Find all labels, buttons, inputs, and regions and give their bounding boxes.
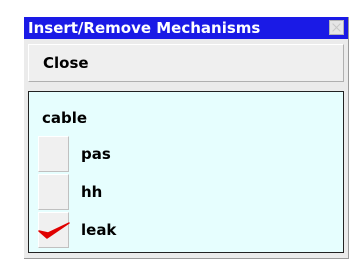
mechanisms-dialog: Insert/Remove Mechanisms Close cable pas…	[24, 17, 349, 259]
mechanism-checkbox[interactable]	[38, 136, 69, 172]
mechanism-item-pas[interactable]: pas	[38, 136, 318, 174]
mechanism-label: leak	[81, 221, 117, 239]
mechanism-item-leak[interactable]: leak	[38, 212, 318, 250]
close-box-icon[interactable]	[329, 20, 344, 35]
mechanism-panel: cable pas hh leak	[28, 91, 344, 253]
window-title: Insert/Remove Mechanisms	[28, 19, 261, 37]
mechanism-checkbox[interactable]	[38, 212, 70, 248]
mechanism-label: hh	[81, 183, 103, 201]
mechanism-label: pas	[81, 145, 111, 163]
section-title: cable	[42, 109, 88, 127]
checkmark-icon	[38, 222, 70, 239]
mechanism-checkbox[interactable]	[38, 174, 69, 210]
close-button-label: Close	[43, 54, 89, 72]
mechanism-item-hh[interactable]: hh	[38, 174, 318, 212]
title-bar[interactable]: Insert/Remove Mechanisms	[24, 17, 348, 39]
close-button[interactable]: Close	[28, 44, 344, 82]
